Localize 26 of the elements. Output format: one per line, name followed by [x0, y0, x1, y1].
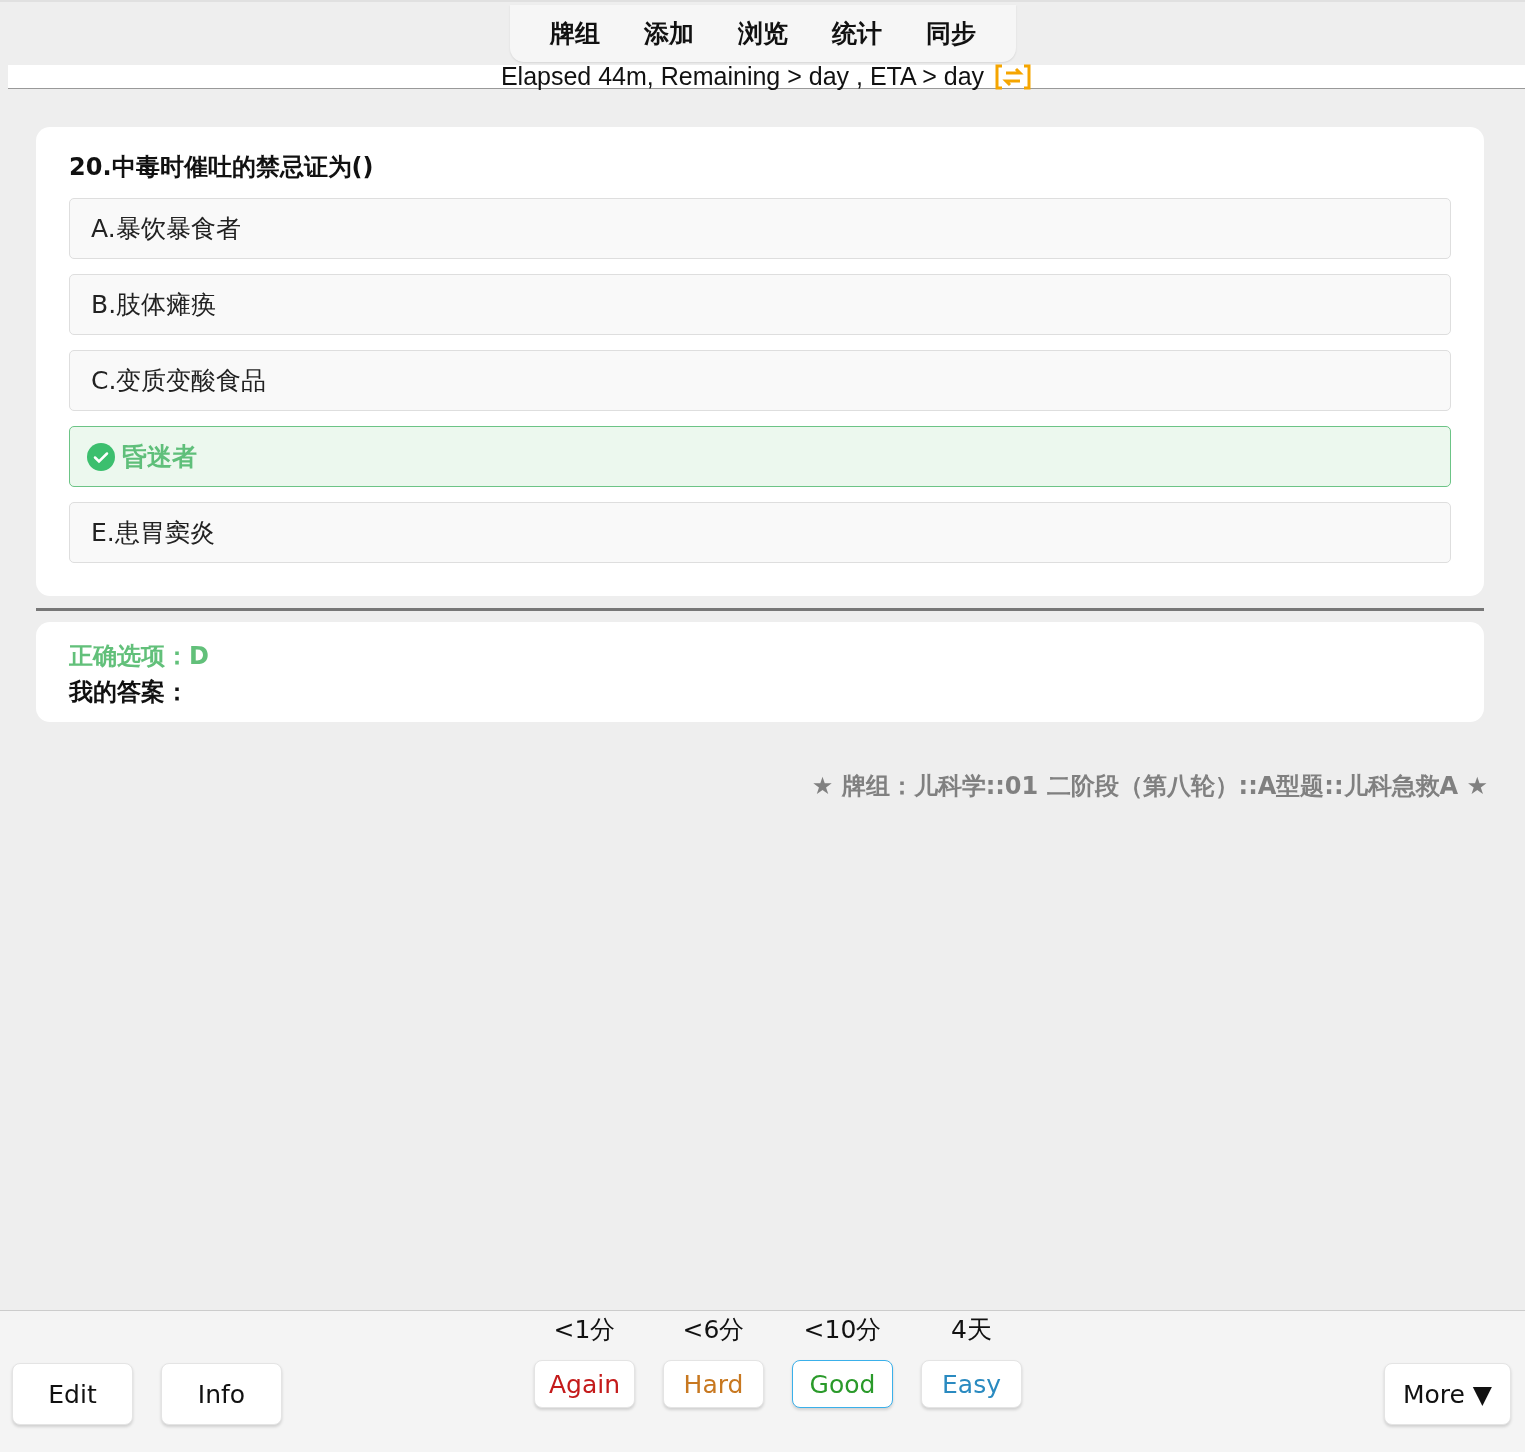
more-button[interactable]: More ▼: [1384, 1363, 1511, 1425]
sync-icon[interactable]: [994, 63, 1033, 90]
nav-tab[interactable]: 统计: [809, 13, 904, 54]
nav-tab[interactable]: 同步: [903, 13, 998, 54]
correct-answer: 正确选项：D: [69, 641, 210, 672]
ease-button[interactable]: Again: [534, 1360, 635, 1408]
deck-path: ★ 牌组：儿科学::01 二阶段（第八轮）::A型题::儿科急救A ★: [811, 771, 1488, 802]
toolbar-button[interactable]: Edit: [12, 1363, 133, 1425]
toolbar-button[interactable]: Info: [161, 1363, 282, 1425]
my-answer: 我的答案：: [69, 677, 190, 708]
question-title: 20.中毒时催吐的禁忌证为(): [69, 152, 375, 183]
nav-tab[interactable]: 牌组: [527, 13, 622, 54]
answer-option[interactable]: A.暴饮暴食者: [69, 198, 1451, 259]
check-circle-icon: [86, 441, 116, 472]
interval-label: <10分: [803, 1314, 882, 1346]
nav-tab[interactable]: 浏览: [715, 13, 810, 54]
ease-button[interactable]: Easy: [921, 1360, 1022, 1408]
answer-option[interactable]: E.患胃窦炎: [69, 502, 1451, 563]
nav-tab[interactable]: 添加: [621, 13, 716, 54]
interval-label: <6分: [682, 1314, 745, 1346]
answer-option[interactable]: B.肢体瘫痪: [69, 274, 1451, 335]
interval-label: <1分: [553, 1314, 616, 1346]
progress-status: Elapsed 44m, Remaining > day , ETA > day: [500, 62, 985, 91]
interval-label: 4天: [951, 1314, 992, 1346]
ease-button[interactable]: Good: [792, 1360, 893, 1408]
answer-option[interactable]: C.变质变酸食品: [69, 350, 1451, 411]
